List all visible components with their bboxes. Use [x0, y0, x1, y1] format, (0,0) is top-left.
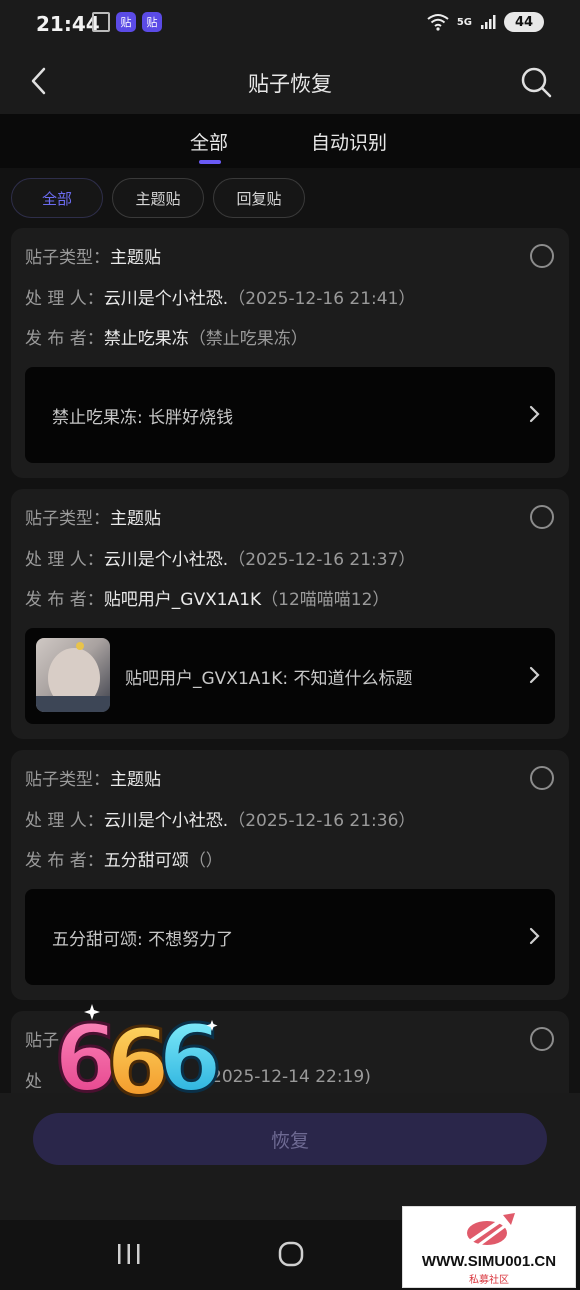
- sticker-666: 6 6 6: [53, 1004, 221, 1111]
- tieba-app-icon-2: 贴: [142, 12, 162, 32]
- post-card: 贴子类型：主题贴 处 理 人：云川是个小社恐.（2025-12-16 21:37…: [11, 489, 569, 739]
- handler-time: （2025-12-16 21:36）: [228, 811, 416, 831]
- post-type-value: 主题贴: [110, 770, 161, 790]
- tab-auto-detect[interactable]: 自动识别: [311, 128, 387, 155]
- handler-value: 云川是个小社恐.: [103, 550, 229, 570]
- signal-icon: [481, 15, 496, 29]
- post-preview[interactable]: 贴吧用户_GVX1A1K: 不知道什么标题: [25, 628, 555, 724]
- filter-chip-all[interactable]: 全部: [11, 178, 103, 218]
- chevron-right-icon: [529, 666, 540, 684]
- publisher-value: 禁止吃果冻: [103, 329, 189, 349]
- post-card: 贴子类型：主题贴 处 理 人：云川是个小社恐.（2025-12-16 21:36…: [11, 750, 569, 1000]
- publisher-label: 发 布 者：: [25, 329, 104, 349]
- network-type: 5G: [456, 16, 472, 28]
- home-icon[interactable]: [277, 1240, 305, 1268]
- watermark-text: WWW.SIMU001.CN: [421, 1253, 557, 1270]
- sticker-digit: 6: [158, 1005, 220, 1110]
- handler-label: 处 理 人：: [25, 811, 104, 831]
- publisher-nickname: （）: [188, 851, 223, 871]
- select-radio[interactable]: [530, 244, 554, 268]
- handler-row: 处 理 人：云川是个小社恐.（2025-12-16 21:36）: [25, 806, 415, 831]
- restore-button[interactable]: 恢复: [33, 1113, 547, 1165]
- handler-label: 处 理 人：: [25, 289, 104, 309]
- post-preview-text: 贴吧用户_GVX1A1K: 不知道什么标题: [125, 669, 413, 689]
- status-bar: 21:44 贴 贴 5G 44: [0, 0, 580, 50]
- publisher-value: 贴吧用户_GVX1A1K: [103, 590, 262, 610]
- tabs-bar: 全部 自动识别: [0, 114, 580, 168]
- post-type-row: 贴子类型：主题贴: [25, 504, 161, 529]
- post-card: 贴子类型：主题贴 处 理 人：云川是个小社恐.（2025-12-16 21:41…: [11, 228, 569, 478]
- select-radio[interactable]: [530, 505, 554, 529]
- handler-time: 2025-12-14 22:19): [211, 1067, 371, 1087]
- filter-chip-topic[interactable]: 主题贴: [112, 178, 204, 218]
- publisher-nickname: （12喵喵喵12）: [261, 590, 390, 610]
- handler-row: 处 理 人：云川是个小社恐.（2025-12-16 21:37）: [25, 545, 415, 570]
- chevron-right-icon: [529, 405, 540, 423]
- post-preview-text: 禁止吃果冻: 长胖好烧钱: [52, 408, 234, 428]
- notification-icons: 贴 贴: [92, 12, 162, 32]
- post-type-label: 贴子类型：: [25, 248, 110, 268]
- active-tab-indicator: [199, 160, 221, 164]
- post-preview-text: 五分甜可颂: 不想努力了: [52, 930, 234, 950]
- top-app-bar: 贴子恢复: [0, 50, 580, 114]
- status-time: 21:44: [36, 12, 100, 36]
- publisher-row: 发 布 者：五分甜可颂（）: [25, 846, 223, 871]
- handler-time: （2025-12-16 21:41）: [228, 289, 416, 309]
- document-icon: [92, 12, 110, 32]
- publisher-value: 五分甜可颂: [103, 851, 189, 871]
- handler-label: 处: [25, 1072, 42, 1092]
- status-right: 5G 44: [427, 12, 544, 32]
- post-type-row: 贴子类型：主题贴: [25, 765, 161, 790]
- watermark-logo: WWW.SIMU001.CN 私募社区: [402, 1206, 576, 1288]
- chevron-right-icon: [529, 927, 540, 945]
- tab-all[interactable]: 全部: [190, 128, 228, 155]
- publisher-label: 发 布 者：: [25, 590, 104, 610]
- post-type-value: 主题贴: [110, 248, 161, 268]
- post-type-row: 贴子类型：主题贴: [25, 243, 161, 268]
- filter-row: 全部 主题贴 回复贴: [0, 168, 580, 228]
- publisher-row: 发 布 者：贴吧用户_GVX1A1K（12喵喵喵12）: [25, 585, 389, 610]
- handler-label: 处 理 人：: [25, 550, 104, 570]
- post-type-value: 主题贴: [110, 509, 161, 529]
- select-radio[interactable]: [530, 1027, 554, 1051]
- publisher-nickname: （禁止吃果冻）: [188, 329, 308, 349]
- handler-row: 处: [25, 1067, 42, 1092]
- post-thumbnail-image: [36, 638, 110, 712]
- publisher-row: 发 布 者：禁止吃果冻（禁止吃果冻）: [25, 324, 308, 349]
- watermark-subtext: 私募社区: [469, 1275, 509, 1286]
- page-title: 贴子恢复: [248, 72, 332, 96]
- handler-time: （2025-12-16 21:37）: [228, 550, 416, 570]
- publisher-label: 发 布 者：: [25, 851, 104, 871]
- tieba-app-icon: 贴: [116, 12, 136, 32]
- post-type-label: 贴子类型：: [25, 509, 110, 529]
- filter-chip-reply[interactable]: 回复贴: [213, 178, 305, 218]
- watermark-graphic: [467, 1213, 515, 1247]
- handler-row: 处 理 人：云川是个小社恐.（2025-12-16 21:41）: [25, 284, 415, 309]
- wifi-icon: [427, 14, 449, 31]
- post-preview[interactable]: 禁止吃果冻: 长胖好烧钱: [25, 367, 555, 463]
- select-radio[interactable]: [530, 766, 554, 790]
- search-icon[interactable]: [516, 62, 556, 102]
- bottom-action-bar: 恢复: [0, 1093, 580, 1220]
- recents-icon[interactable]: [116, 1242, 142, 1266]
- handler-value: 云川是个小社恐.: [103, 811, 229, 831]
- post-preview[interactable]: 五分甜可颂: 不想努力了: [25, 889, 555, 985]
- battery-indicator: 44: [504, 12, 544, 32]
- post-type-label: 贴子类型：: [25, 770, 110, 790]
- handler-value: 云川是个小社恐.: [103, 289, 229, 309]
